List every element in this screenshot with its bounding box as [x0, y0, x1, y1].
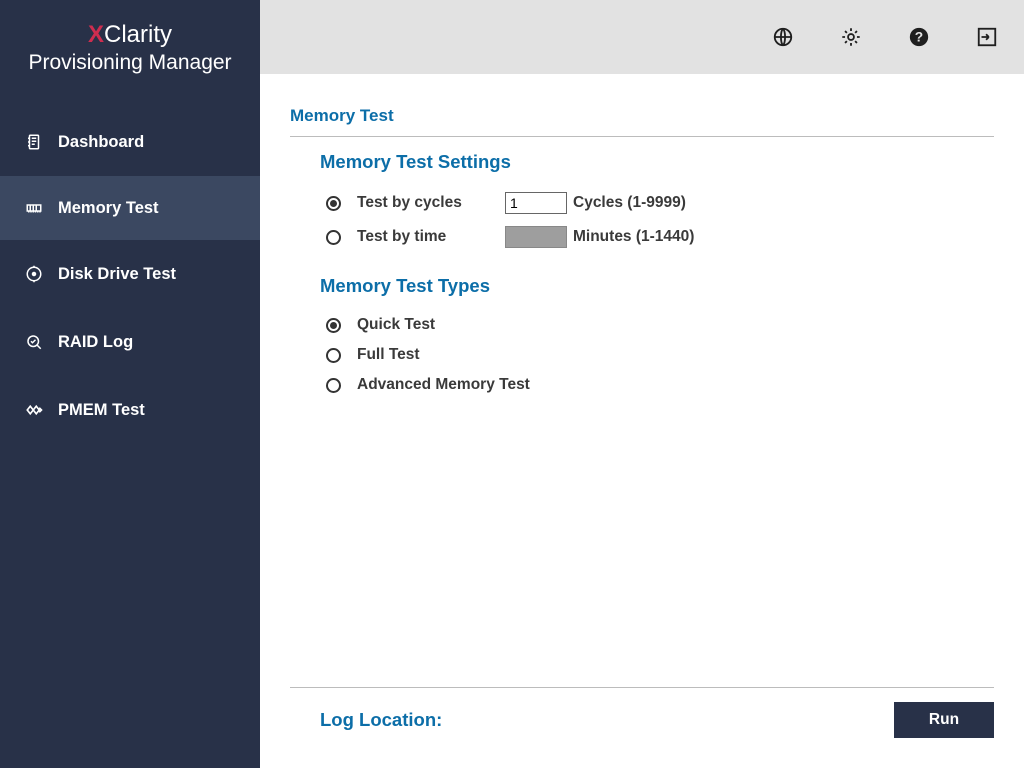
sidebar-item-label: Dashboard: [58, 133, 144, 152]
footer-bar: Log Location: Run: [290, 687, 994, 758]
minutes-hint: Minutes (1-1440): [573, 228, 694, 246]
quick-test-label: Quick Test: [357, 316, 435, 334]
globe-icon[interactable]: [772, 26, 794, 48]
page-content: Memory Test Memory Test Settings Test by…: [260, 74, 1024, 768]
full-test-row[interactable]: Full Test: [320, 341, 994, 371]
raid-log-icon: [24, 332, 44, 352]
log-location-label: Log Location:: [320, 709, 442, 731]
exit-icon[interactable]: [976, 26, 998, 48]
top-toolbar: ?: [260, 0, 1024, 74]
sidebar-item-disk-drive-test[interactable]: Disk Drive Test: [0, 240, 260, 308]
sidebar-item-label: Memory Test: [58, 199, 159, 218]
dashboard-icon: [24, 132, 44, 152]
pmem-icon: [24, 400, 44, 420]
sidebar-item-label: RAID Log: [58, 333, 133, 352]
test-by-cycles-label: Test by cycles: [357, 194, 505, 212]
disk-icon: [24, 264, 44, 284]
app-logo: XClarity Provisioning Manager: [0, 0, 260, 94]
sidebar-item-label: Disk Drive Test: [58, 265, 176, 284]
advanced-test-label: Advanced Memory Test: [357, 376, 530, 394]
run-button[interactable]: Run: [894, 702, 994, 738]
sidebar-item-dashboard[interactable]: Dashboard: [0, 108, 260, 176]
advanced-test-radio[interactable]: [326, 378, 341, 393]
sidebar: XClarity Provisioning Manager Dashboard: [0, 0, 260, 768]
test-by-time-label: Test by time: [357, 228, 505, 246]
test-by-time-row[interactable]: Test by time Minutes (1-1440): [320, 221, 994, 255]
memory-test-types-section: Memory Test Types Quick Test Full Test A…: [290, 261, 994, 407]
gear-icon[interactable]: [840, 26, 862, 48]
test-by-time-radio[interactable]: [326, 230, 341, 245]
sidebar-item-pmem-test[interactable]: PMEM Test: [0, 376, 260, 444]
memory-test-settings-section: Memory Test Settings Test by cycles Cycl…: [290, 137, 994, 261]
sidebar-item-raid-log[interactable]: RAID Log: [0, 308, 260, 376]
logo-bottom-line: Provisioning Manager: [10, 50, 250, 76]
advanced-test-row[interactable]: Advanced Memory Test: [320, 371, 994, 401]
cycles-hint: Cycles (1-9999): [573, 194, 686, 212]
test-by-cycles-row[interactable]: Test by cycles Cycles (1-9999): [320, 187, 994, 221]
svg-text:?: ?: [915, 30, 923, 45]
sidebar-item-memory-test[interactable]: Memory Test: [0, 176, 260, 240]
memory-icon: [24, 198, 44, 218]
cycles-input[interactable]: [505, 192, 567, 214]
full-test-label: Full Test: [357, 346, 420, 364]
test-by-cycles-radio[interactable]: [326, 196, 341, 211]
page-title: Memory Test: [290, 94, 994, 137]
logo-top-line: XClarity: [10, 20, 250, 50]
main-pane: ? Memory Test Memory Test Settings Test …: [260, 0, 1024, 768]
sidebar-item-label: PMEM Test: [58, 401, 145, 420]
logo-clarity: Clarity: [104, 21, 172, 48]
help-icon[interactable]: ?: [908, 26, 930, 48]
settings-section-title: Memory Test Settings: [320, 151, 994, 187]
full-test-radio[interactable]: [326, 348, 341, 363]
quick-test-radio[interactable]: [326, 318, 341, 333]
sidebar-nav: Dashboard Memory Test Disk Drive Tes: [0, 94, 260, 444]
quick-test-row[interactable]: Quick Test: [320, 311, 994, 341]
logo-x: X: [88, 21, 104, 48]
minutes-input: [505, 226, 567, 248]
types-section-title: Memory Test Types: [320, 275, 994, 311]
